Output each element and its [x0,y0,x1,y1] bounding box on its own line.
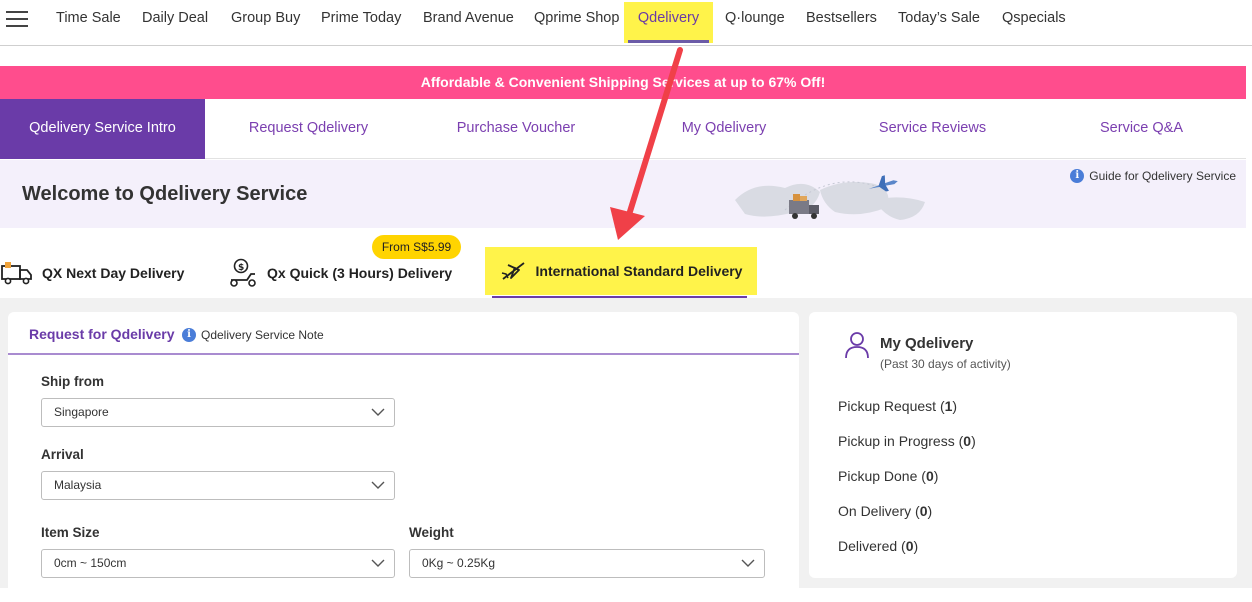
stat-label: Pickup Done [838,468,918,484]
menu-icon[interactable] [6,11,28,29]
nav-brand-avenue[interactable]: Brand Avenue [423,10,514,44]
service-note-link[interactable]: i Qdelivery Service Note [182,328,324,342]
stat-pickup-request[interactable]: Pickup Request (1) [838,398,957,414]
info-icon: i [1070,169,1085,183]
tab-service-reviews[interactable]: Service Reviews [828,99,1037,159]
nav-todays-sale[interactable]: Today’s Sale [898,10,980,44]
ship-from-value: Singapore [54,405,109,419]
info-icon: i [182,328,196,342]
truck-icon [1,262,32,285]
stat-label: Delivered [838,538,898,554]
stat-label: Pickup Request [838,398,937,414]
chevron-down-icon [371,559,385,567]
arrival-value: Malaysia [54,478,102,492]
qdelivery-subnav: Qdelivery Service Intro Request Qdeliver… [0,99,1246,159]
service-note-label: Qdelivery Service Note [201,328,324,342]
nav-time-sale[interactable]: Time Sale [56,10,121,44]
weight-select[interactable]: 0Kg ~ 0.25Kg [409,549,765,578]
nav-qdelivery[interactable]: Qdelivery [624,2,713,43]
my-qdelivery-panel: My Qdelivery (Past 30 days of activity) … [809,312,1237,578]
my-qdelivery-subtitle: (Past 30 days of activity) [880,357,1011,371]
stat-count: 0 [919,503,928,519]
chevron-down-icon [371,481,385,489]
nav-q-lounge[interactable]: Q·lounge [725,10,785,44]
guide-link-label: Guide for Qdelivery Service [1089,169,1236,183]
my-qdelivery-title: My Qdelivery [880,335,974,352]
weight-value: 0Kg ~ 0.25Kg [422,556,496,570]
nav-qspecials[interactable]: Qspecials [1002,10,1066,44]
tab-my-qdelivery[interactable]: My Qdelivery [620,99,828,159]
tab-international-standard-label: International Standard Delivery [535,263,743,279]
stat-pickup-done[interactable]: Pickup Done (0) [838,468,938,484]
weight-label: Weight [409,525,454,540]
top-navigation: Time Sale Daily Deal Group Buy Prime Tod… [0,0,1252,46]
stat-pickup-in-progress[interactable]: Pickup in Progress (0) [838,433,976,449]
stat-label: On Delivery [838,503,912,519]
tab-request-qdelivery[interactable]: Request Qdelivery [205,99,412,159]
stat-label: Pickup in Progress [838,433,955,449]
tab-service-qa[interactable]: Service Q&A [1037,99,1246,159]
request-panel: Request for Qdelivery i Qdelivery Servic… [8,312,799,602]
request-title: Request for Qdelivery [29,326,175,342]
nav-group-buy[interactable]: Group Buy [231,10,300,44]
stat-on-delivery[interactable]: On Delivery (0) [838,503,932,519]
tab-qx-quick-label: Qx Quick (3 Hours) Delivery [267,265,453,281]
chevron-down-icon [371,408,385,416]
item-size-value: 0cm ~ 150cm [54,556,127,570]
nav-daily-deal[interactable]: Daily Deal [142,10,208,44]
tab-international-standard[interactable]: International Standard Delivery [485,247,757,299]
stat-count: 0 [963,433,972,449]
price-badge: From S$5.99 [372,235,461,259]
request-panel-header: Request for Qdelivery i Qdelivery Servic… [8,312,799,355]
stat-delivered[interactable]: Delivered (0) [838,538,918,554]
welcome-banner: Welcome to Qdelivery Service i Guide for… [0,160,1246,228]
promo-banner[interactable]: Affordable & Convenient Shipping Service… [0,66,1246,99]
tab-qx-next-day[interactable]: QX Next Day Delivery [0,258,184,288]
page-title: Welcome to Qdelivery Service [22,183,308,205]
stat-count: 0 [905,538,914,554]
stat-count: 0 [925,468,934,484]
nav-prime-today[interactable]: Prime Today [321,10,401,44]
world-map-illustration [735,175,925,220]
guide-link[interactable]: i Guide for Qdelivery Service [1070,169,1236,183]
svg-text:$: $ [238,263,244,273]
nav-qprime-shop[interactable]: Qprime Shop [534,10,619,44]
scooter-icon: $ [230,258,256,287]
tab-purchase-voucher[interactable]: Purchase Voucher [412,99,620,159]
arrival-label: Arrival [41,447,84,462]
stat-count: 1 [944,398,953,414]
user-icon [845,332,869,359]
ship-from-label: Ship from [41,374,104,389]
tab-qx-quick[interactable]: $ Qx Quick (3 Hours) Delivery [227,258,452,288]
delivery-type-tabs: QX Next Day Delivery From S$5.99 $ Qx Qu… [0,228,1252,299]
ship-from-select[interactable]: Singapore [41,398,395,427]
chevron-down-icon [741,559,755,567]
nav-bestsellers[interactable]: Bestsellers [806,10,877,44]
tab-qx-next-day-label: QX Next Day Delivery [42,265,185,281]
item-size-select[interactable]: 0cm ~ 150cm [41,549,395,578]
item-size-label: Item Size [41,525,100,540]
airplane-icon [501,262,525,280]
tab-service-intro[interactable]: Qdelivery Service Intro [0,99,205,159]
arrival-select[interactable]: Malaysia [41,471,395,500]
